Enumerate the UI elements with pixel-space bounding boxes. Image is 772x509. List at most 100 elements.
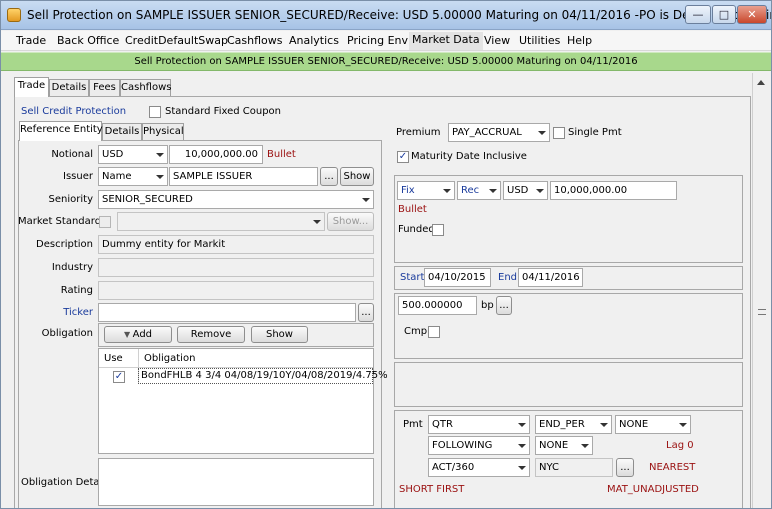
- column-header-use[interactable]: Use: [104, 353, 123, 364]
- add-obligation-button[interactable]: ▼ Add: [104, 326, 172, 343]
- maturity-date-inclusive-checkbox[interactable]: ✓: [397, 151, 409, 163]
- notional-bullet-label: Bullet: [267, 149, 296, 160]
- ticker-browse-button[interactable]: ...: [358, 303, 374, 322]
- end-date-input[interactable]: 04/11/2016: [518, 268, 583, 287]
- market-standard-select[interactable]: [117, 212, 325, 231]
- scroll-up-icon[interactable]: [757, 80, 765, 85]
- obligation-use-checkbox[interactable]: ✓: [113, 371, 125, 383]
- close-button[interactable]: ✕: [737, 5, 767, 24]
- ticker-input[interactable]: [98, 303, 356, 322]
- ticker-label[interactable]: Ticker: [21, 307, 93, 318]
- holidays-browse-button[interactable]: ...: [616, 458, 634, 477]
- issuer-browse-button[interactable]: ...: [320, 167, 338, 186]
- notional-currency-select[interactable]: USD: [98, 145, 168, 164]
- single-pmt-checkbox[interactable]: [553, 127, 565, 139]
- chevron-down-icon: [536, 189, 544, 193]
- fix-float-select[interactable]: Fix: [397, 181, 455, 200]
- menu-cashflows[interactable]: Cashflows: [227, 34, 283, 47]
- chevron-down-icon: [538, 131, 546, 135]
- rating-label: Rating: [60, 285, 93, 296]
- description-label: Description: [36, 239, 93, 250]
- seniority-select[interactable]: SENIOR_SECURED: [98, 190, 374, 209]
- menu-credit-default-swap[interactable]: CreditDefaultSwap: [125, 34, 228, 47]
- chevron-down-icon: [518, 423, 526, 427]
- tab-trade[interactable]: Trade: [14, 77, 49, 97]
- chevron-down-icon: [156, 153, 164, 157]
- rate-browse-button[interactable]: ...: [496, 296, 512, 315]
- premium-type-select[interactable]: PAY_ACCRUAL: [448, 123, 550, 142]
- chevron-down-icon: ▼: [123, 330, 133, 339]
- single-pmt-label: Single Pmt: [568, 127, 622, 138]
- scroll-grip-icon[interactable]: [758, 309, 766, 315]
- issuer-type-select[interactable]: Name: [98, 167, 168, 186]
- maturity-date-inclusive-label: Maturity Date Inclusive: [411, 151, 527, 162]
- stub-value: NONE: [619, 419, 649, 430]
- market-standard-label: Market Standard: [18, 216, 102, 227]
- window-title: Sell Protection on SAMPLE ISSUER SENIOR_…: [27, 8, 772, 22]
- menu-analytics[interactable]: Analytics: [289, 34, 339, 47]
- end-date-label[interactable]: End: [498, 272, 517, 283]
- tab-details[interactable]: Details: [49, 79, 89, 97]
- notional-amount-input[interactable]: 10,000,000.00: [169, 145, 263, 164]
- stub-select[interactable]: NONE: [615, 415, 691, 434]
- obligation-table: [98, 348, 374, 454]
- remove-obligation-button[interactable]: Remove: [177, 326, 245, 343]
- minimize-button[interactable]: —: [685, 5, 711, 24]
- menu-help[interactable]: Help: [567, 34, 592, 47]
- issuer-show-button[interactable]: Show: [340, 167, 374, 186]
- pmt-frequency-value: QTR: [432, 419, 453, 430]
- standard-fixed-coupon-label: Standard Fixed Coupon: [165, 106, 282, 117]
- funded-checkbox[interactable]: [432, 224, 444, 236]
- roll-day-select[interactable]: NONE: [535, 436, 593, 455]
- title-bar[interactable]: Sell Protection on SAMPLE ISSUER SENIOR_…: [1, 1, 771, 30]
- menu-market-data[interactable]: Market Data: [409, 32, 483, 50]
- day-count-select[interactable]: ACT/360: [428, 458, 530, 477]
- add-obligation-label: Add: [132, 329, 153, 340]
- seniority-value: SENIOR_SECURED: [102, 194, 193, 205]
- menu-pricing-env[interactable]: Pricing Env: [347, 34, 408, 47]
- market-standard-checkbox[interactable]: [99, 216, 111, 228]
- mat-unadjusted-label: MAT_UNADJUSTED: [607, 484, 699, 495]
- empty-group: [394, 362, 743, 407]
- premium-amount-input[interactable]: 10,000,000.00: [550, 181, 677, 200]
- end-per-select[interactable]: END_PER: [535, 415, 612, 434]
- industry-label: Industry: [51, 262, 93, 273]
- cmp-checkbox[interactable]: [428, 326, 440, 338]
- holidays-field[interactable]: NYC: [535, 458, 613, 477]
- maximize-button[interactable]: □: [712, 5, 736, 24]
- menu-view[interactable]: View: [484, 34, 510, 47]
- chevron-down-icon: [679, 423, 687, 427]
- obligation-detail-textarea[interactable]: [98, 458, 374, 506]
- premium-currency-select[interactable]: USD: [503, 181, 548, 200]
- premium-bullet-label: Bullet: [398, 204, 427, 215]
- seniority-label: Seniority: [48, 194, 93, 205]
- pay-rec-value: Rec: [461, 185, 480, 196]
- date-roll-select[interactable]: FOLLOWING: [428, 436, 530, 455]
- chevron-down-icon: [518, 466, 526, 470]
- menu-trade[interactable]: Trade: [16, 34, 46, 47]
- tab-entity-details[interactable]: Details: [102, 123, 142, 141]
- vertical-scrollbar[interactable]: [752, 73, 771, 508]
- show-obligation-button[interactable]: Show: [251, 326, 308, 343]
- sell-credit-protection-link[interactable]: Sell Credit Protection: [21, 106, 126, 117]
- pmt-label: Pmt: [403, 419, 423, 430]
- rate-input[interactable]: 500.000000: [398, 296, 477, 315]
- standard-fixed-coupon-checkbox[interactable]: [149, 106, 161, 118]
- short-first-label: SHORT FIRST: [399, 484, 465, 495]
- tab-fees[interactable]: Fees: [89, 79, 120, 97]
- pay-rec-select[interactable]: Rec: [457, 181, 501, 200]
- menu-back-office[interactable]: Back Office: [57, 34, 119, 47]
- menu-utilities[interactable]: Utilities: [519, 34, 560, 47]
- start-date-input[interactable]: 04/10/2015: [424, 268, 491, 287]
- chevron-down-icon: [489, 189, 497, 193]
- rate-unit-label: bp: [481, 300, 494, 311]
- market-standard-show-button[interactable]: Show...: [327, 212, 374, 231]
- tab-reference-entity[interactable]: Reference Entity: [19, 121, 103, 141]
- pmt-frequency-select[interactable]: QTR: [428, 415, 530, 434]
- tab-physical[interactable]: Physical: [142, 123, 184, 141]
- app-icon: [7, 8, 21, 22]
- tab-cashflows[interactable]: Cashflows: [120, 79, 171, 97]
- issuer-input[interactable]: SAMPLE ISSUER: [169, 167, 318, 186]
- column-header-obligation[interactable]: Obligation: [144, 353, 195, 364]
- start-date-label[interactable]: Start: [400, 272, 424, 283]
